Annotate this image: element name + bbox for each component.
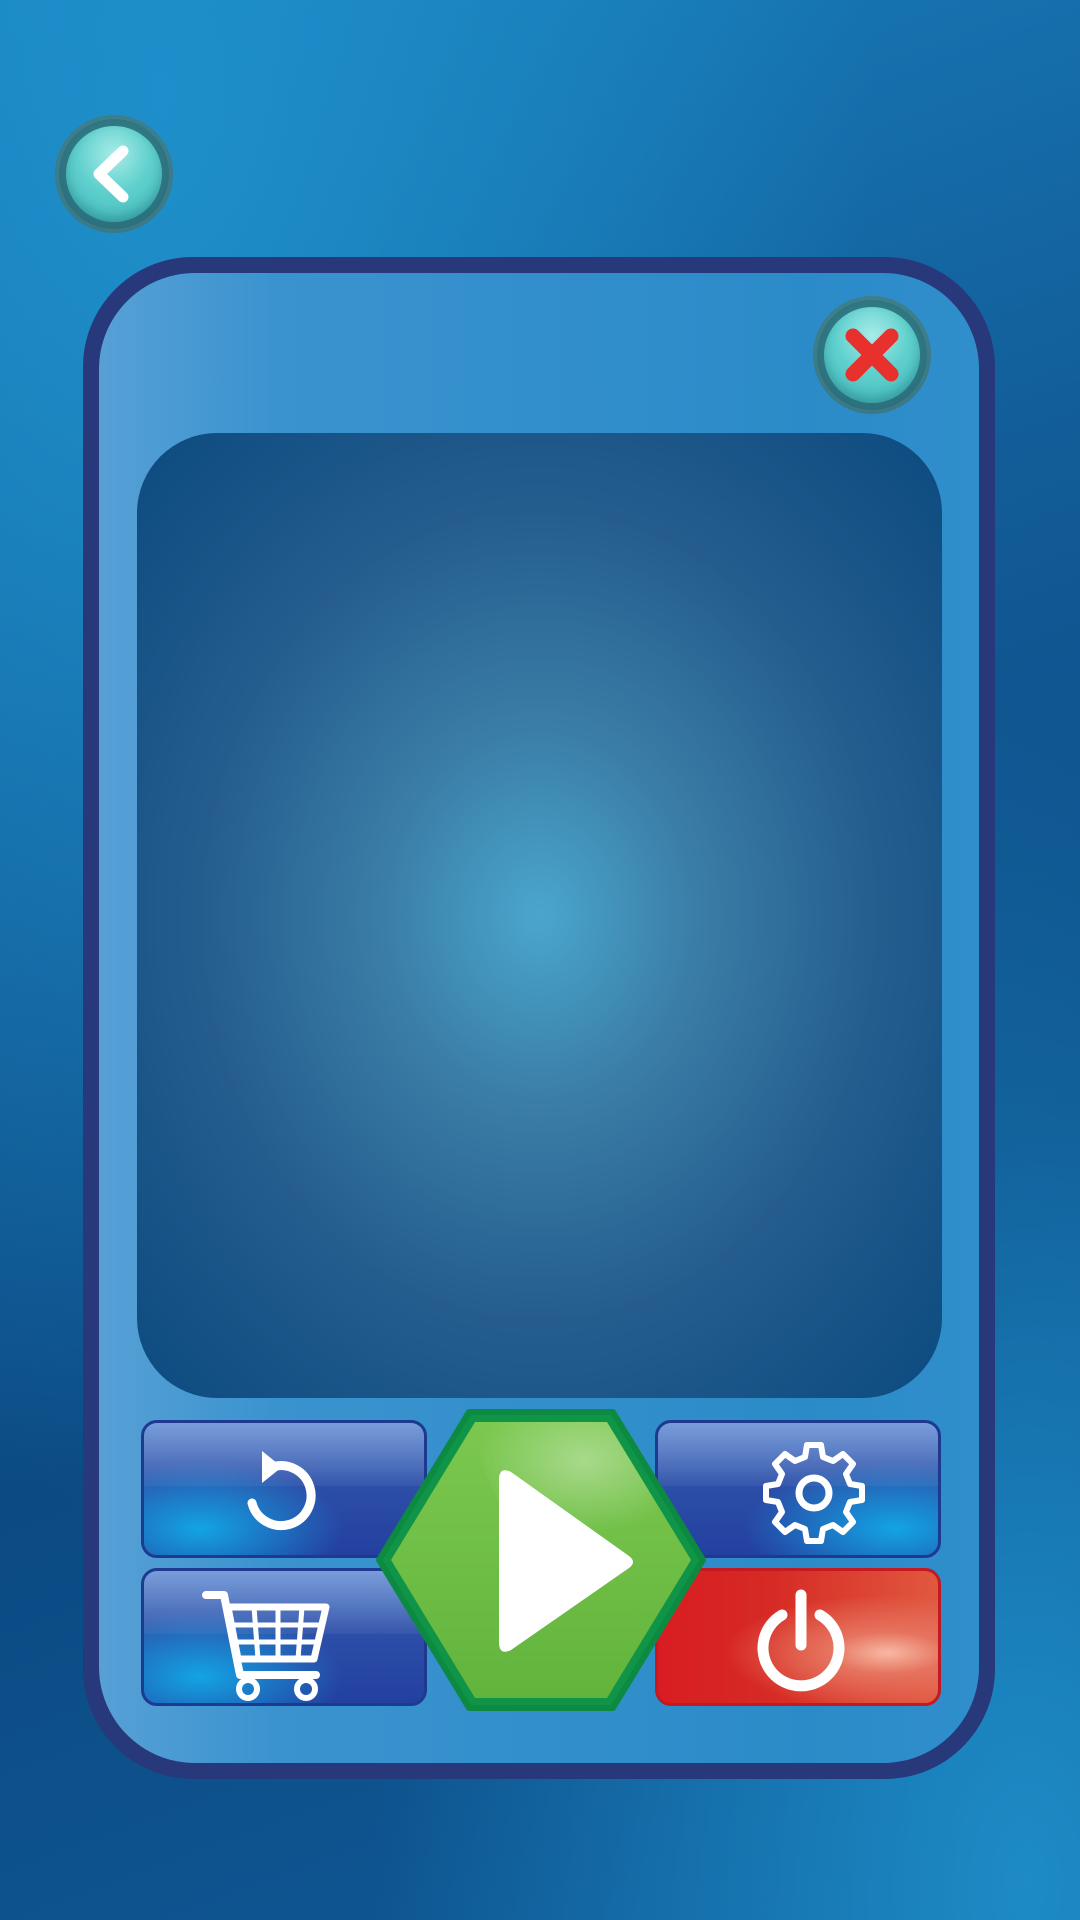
back-button[interactable] xyxy=(55,115,173,233)
close-button[interactable] xyxy=(813,296,931,414)
chevron-left-icon xyxy=(93,145,129,203)
close-x-icon xyxy=(845,328,899,382)
display-screen xyxy=(137,433,942,1398)
play-button[interactable] xyxy=(373,1406,709,1714)
